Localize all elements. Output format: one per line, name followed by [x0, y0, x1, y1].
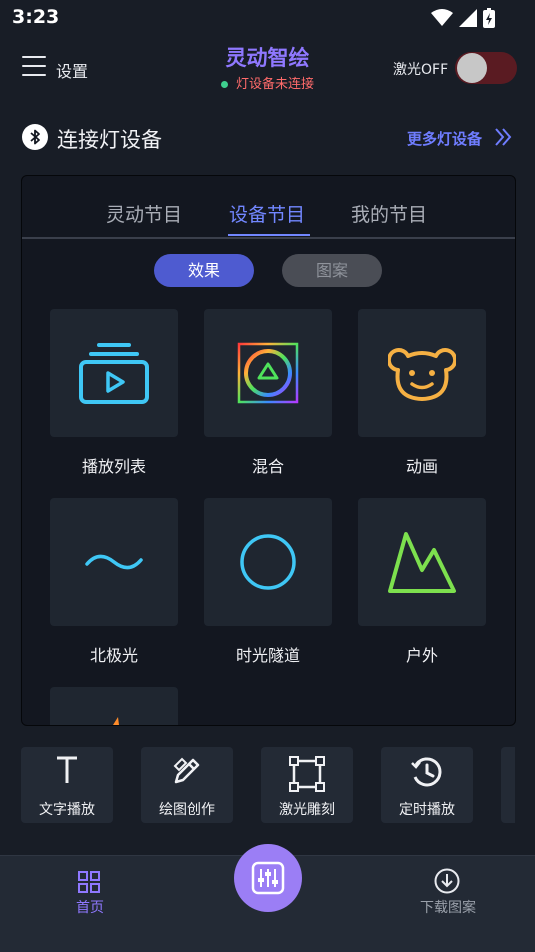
- mix-icon: [237, 342, 299, 404]
- text-icon: [57, 756, 77, 783]
- tab-device-programs[interactable]: 设备节目: [229, 200, 305, 227]
- tile-outdoor[interactable]: [358, 498, 486, 626]
- wifi-icon: [431, 9, 453, 26]
- tile-partial[interactable]: [50, 687, 178, 725]
- tile-label-animation: 动画: [405, 457, 438, 476]
- tile-tunnel[interactable]: [204, 498, 332, 626]
- center-control-button[interactable]: [234, 844, 302, 912]
- engrave-icon: [289, 756, 325, 792]
- quick-action-engrave-label: 激光雕刻: [279, 802, 335, 818]
- tile-label-aurora: 北极光: [89, 646, 138, 665]
- connect-device-title[interactable]: 连接灯设备: [57, 124, 162, 154]
- tab-my-programs[interactable]: 我的节目: [351, 200, 427, 227]
- segment-effect[interactable]: 效果: [154, 254, 254, 287]
- nav-home-label[interactable]: 首页: [60, 897, 120, 917]
- tile-label-mix: 混合: [251, 457, 284, 476]
- tile-label-playlist: 播放列表: [81, 457, 146, 476]
- quick-action-text[interactable]: 文字播放: [21, 747, 113, 823]
- home-grid-icon[interactable]: [78, 871, 100, 893]
- tile-playlist[interactable]: [50, 309, 178, 437]
- more-devices-link[interactable]: 更多灯设备: [407, 128, 482, 149]
- tile-label-outdoor: 户外: [405, 646, 438, 665]
- toggle-knob: [457, 53, 487, 83]
- quick-action-engrave[interactable]: 激光雕刻: [261, 747, 353, 823]
- bluetooth-icon[interactable]: [22, 124, 48, 150]
- laser-label: 激光OFF: [393, 62, 449, 78]
- tunnel-circle-icon: [240, 534, 296, 590]
- quick-action-timer[interactable]: 定时播放: [381, 747, 473, 823]
- partial-icon: [113, 717, 119, 725]
- playlist-icon: [79, 343, 149, 404]
- tile-aurora[interactable]: [50, 498, 178, 626]
- tile-mix[interactable]: [204, 309, 332, 437]
- quick-action-timer-label: 定时播放: [399, 802, 455, 818]
- program-panel: 灵动节目 设备节目 我的节目 效果 图案 播放列表 混合 动画 北极光 时光隧道: [21, 175, 516, 726]
- aurora-wave-icon: [85, 554, 143, 570]
- quick-action-overflow[interactable]: [501, 747, 515, 823]
- status-time: 3:23: [12, 6, 60, 28]
- tile-label-tunnel: 时光隧道: [235, 646, 300, 665]
- tab-active-indicator: [228, 234, 310, 236]
- outdoor-mountain-icon: [388, 532, 456, 593]
- tab-divider: [22, 237, 515, 239]
- nav-download-label[interactable]: 下载图案: [408, 897, 488, 917]
- mixer-sliders-icon: [251, 861, 285, 895]
- quick-action-draw[interactable]: 绘图创作: [141, 747, 233, 823]
- download-icon[interactable]: [434, 868, 460, 894]
- tile-animation[interactable]: [358, 309, 486, 437]
- quick-action-text-label: 文字播放: [39, 802, 95, 818]
- tab-dynamic-programs[interactable]: 灵动节目: [106, 200, 182, 227]
- status-dot: [220, 81, 228, 88]
- quick-action-draw-label: 绘图创作: [159, 802, 215, 818]
- battery-icon: [483, 8, 495, 28]
- segment-pattern[interactable]: 图案: [282, 254, 382, 287]
- animation-bear-icon: [388, 348, 456, 401]
- status-icons: [431, 8, 495, 28]
- connection-status-text: 灯设备未连接: [235, 77, 314, 92]
- double-chevron-right-icon[interactable]: [494, 126, 512, 148]
- connection-status: 灯设备未连接: [0, 73, 535, 92]
- laser-toggle[interactable]: [455, 52, 517, 84]
- timer-icon: [411, 757, 442, 787]
- signal-icon: [459, 9, 477, 27]
- draw-icon: [173, 757, 200, 784]
